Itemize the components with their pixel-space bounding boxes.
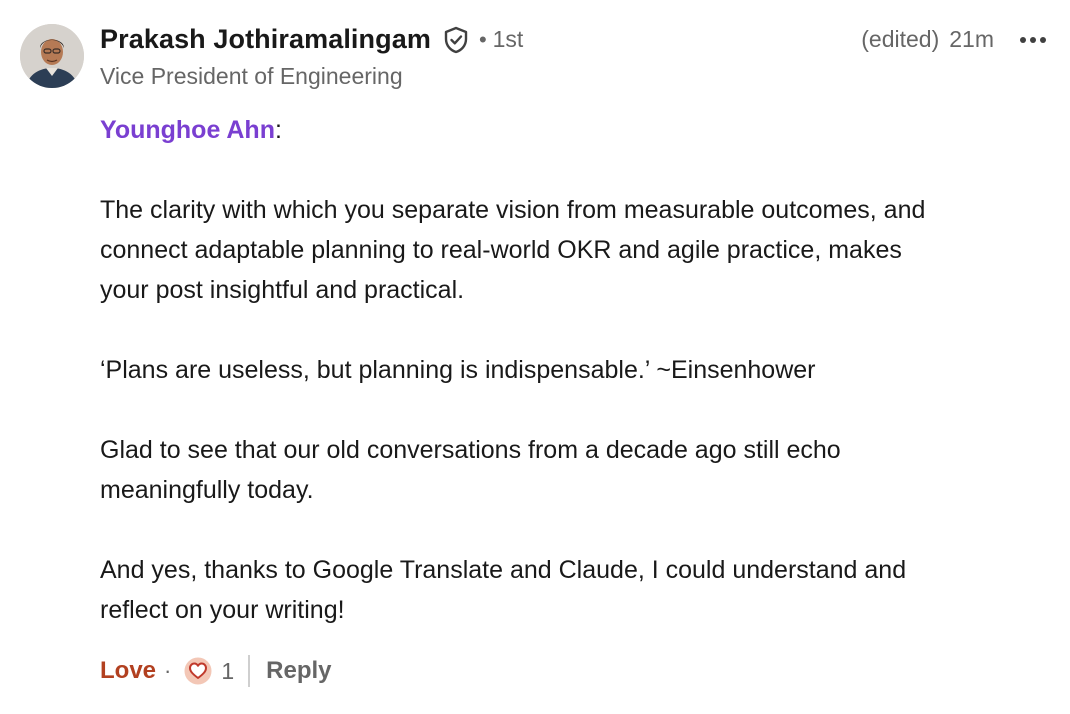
paragraph-4-line-1: And yes, thanks to Google Translate and … [100, 556, 907, 584]
degree-separator: • [478, 26, 487, 52]
mention-suffix: : [274, 116, 282, 144]
paragraph-3-line-1: Glad to see that our old conversations f… [100, 436, 841, 464]
love-button[interactable]: Love [100, 657, 156, 685]
love-reaction-icon[interactable] [183, 656, 213, 686]
timestamp: 21m [949, 26, 994, 52]
author-row: Prakash Jothiramalingam • 1st [100, 24, 523, 55]
more-horizontal-icon[interactable] [1018, 30, 1048, 50]
paragraph-3: Glad to see that our old conversations f… [100, 430, 1065, 510]
avatar-photo [20, 24, 84, 88]
shield-check-icon [443, 26, 469, 54]
avatar[interactable] [20, 24, 84, 88]
paragraph-4: And yes, thanks to Google Translate and … [100, 550, 1065, 630]
comment-header: Prakash Jothiramalingam • 1st Vice Presi… [100, 22, 1070, 92]
comment-meta: (edited) 21m [861, 26, 994, 53]
mention-line: Younghoe Ahn: [100, 110, 1065, 150]
paragraph-1-line-1: The clarity with which you separate visi… [100, 196, 926, 224]
author-name[interactable]: Prakash Jothiramalingam [100, 24, 431, 55]
comment-actions: Love · 1 Reply [100, 652, 332, 690]
action-separator: · [164, 658, 172, 683]
paragraph-2: ‘Plans are useless, but planning is indi… [100, 350, 1065, 390]
reaction-count[interactable]: 1 [221, 658, 234, 685]
paragraph-4-line-2: reflect on your writing! [100, 596, 345, 624]
author-headline: Vice President of Engineering [100, 63, 403, 89]
paragraph-1: The clarity with which you separate visi… [100, 190, 1065, 310]
divider [248, 655, 251, 687]
mention-link[interactable]: Younghoe Ahn [100, 116, 275, 144]
paragraph-1-line-2: connect adaptable planning to real-world… [100, 236, 902, 264]
quote-text: ‘Plans are useless, but planning is indi… [100, 356, 816, 384]
connection-degree: 1st [492, 26, 524, 52]
comment: Prakash Jothiramalingam • 1st Vice Presi… [0, 0, 1070, 714]
comment-body: Younghoe Ahn: The clarity with which you… [100, 110, 1065, 670]
paragraph-1-line-3: your post insightful and practical. [100, 276, 465, 304]
reply-button[interactable]: Reply [266, 657, 331, 685]
edited-label: (edited) [861, 26, 940, 52]
paragraph-3-line-2: meaningfully today. [100, 476, 314, 504]
